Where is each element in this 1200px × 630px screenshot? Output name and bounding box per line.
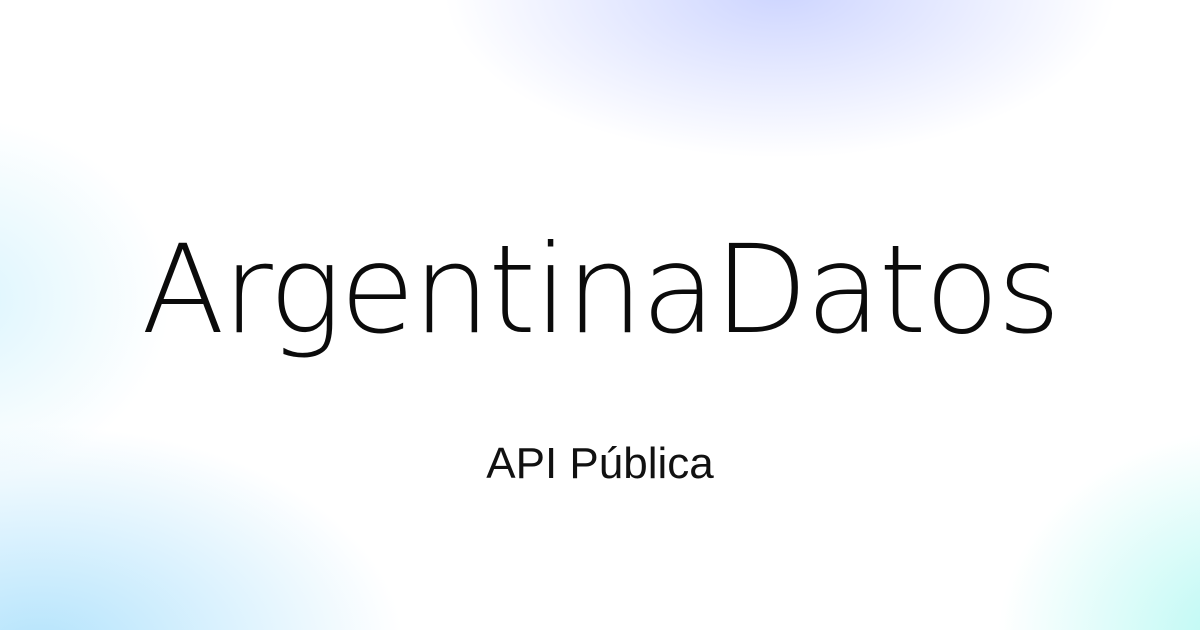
og-card: ArgentinaDatos API Pública	[0, 0, 1200, 630]
site-title: ArgentinaDatos	[141, 219, 1061, 361]
site-subtitle: API Pública	[486, 439, 714, 488]
